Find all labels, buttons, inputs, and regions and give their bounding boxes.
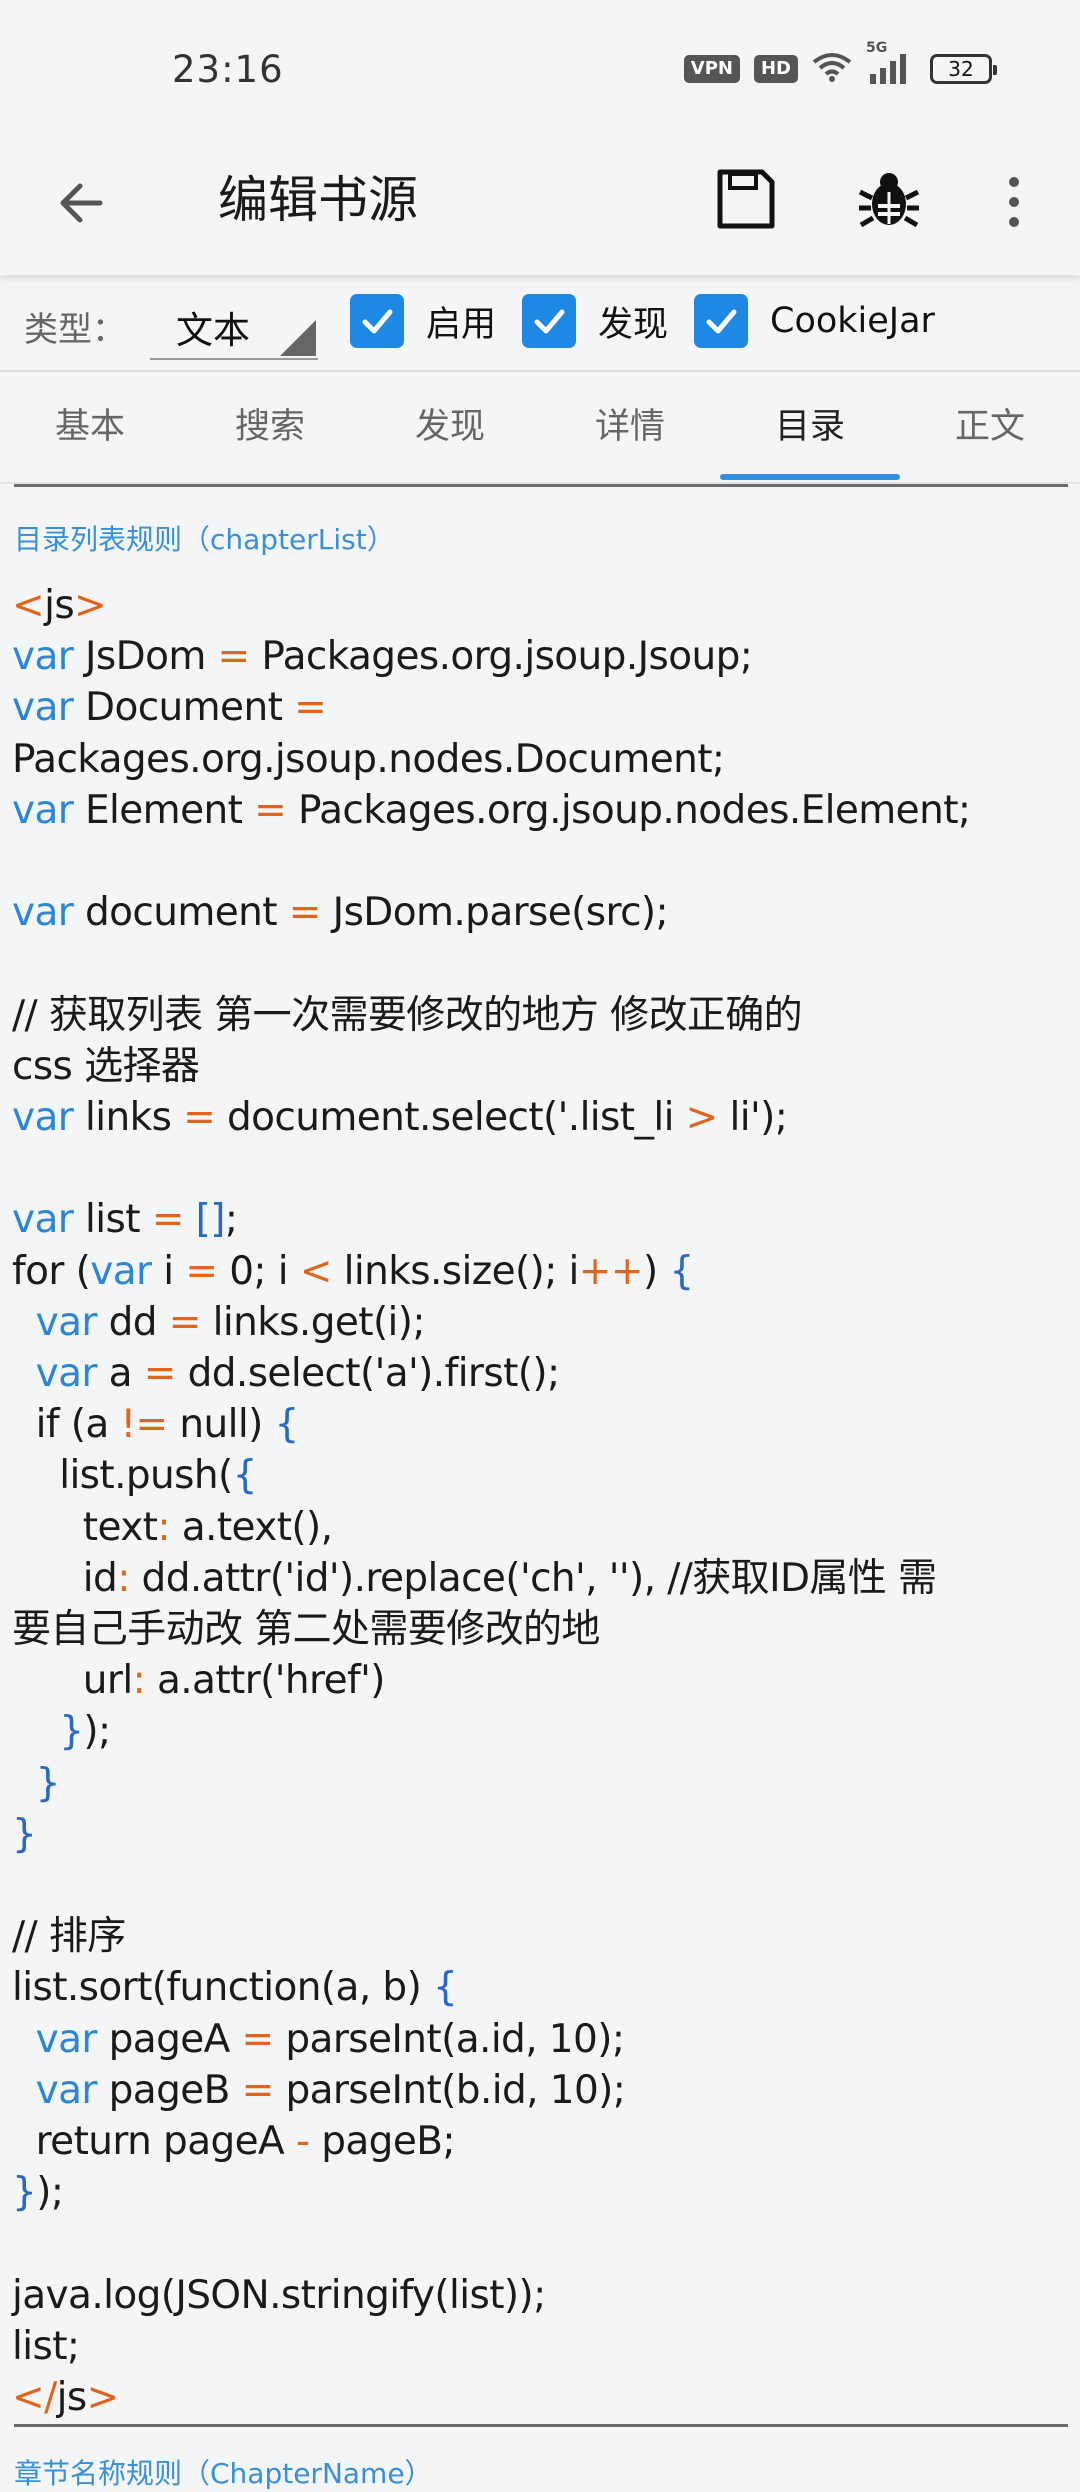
chapter-list-rule-label: 目录列表规则（chapterList） [14, 523, 395, 556]
status-bar: 23:16 VPN HD 5G 32 [0, 0, 1080, 130]
discover-checkbox-label: 发现 [598, 304, 669, 345]
app-toolbar: 编辑书源 [0, 130, 1080, 275]
type-label: 类型： [24, 310, 126, 350]
back-button[interactable] [50, 168, 120, 238]
page-title: 编辑书源 [218, 171, 418, 229]
status-time: 23:16 [172, 48, 284, 91]
battery-icon: 32 [930, 54, 997, 84]
wifi-icon [812, 52, 852, 86]
discover-checkbox[interactable]: 发现 [522, 294, 668, 348]
cookiejar-checkbox-label: CookieJar [770, 301, 935, 341]
hd-icon: HD [753, 55, 798, 83]
status-icons: VPN HD 5G 32 [683, 40, 997, 86]
tab-basic[interactable]: 基本 [0, 372, 180, 482]
tab-discover[interactable]: 发现 [360, 372, 540, 482]
debug-button[interactable] [852, 162, 926, 236]
checkmark-icon [522, 294, 576, 348]
back-arrow-icon [60, 183, 103, 223]
active-tab-indicator [720, 474, 900, 480]
cookiejar-checkbox[interactable]: CookieJar [694, 294, 935, 348]
type-select[interactable]: 文本 [150, 288, 318, 360]
cellular-signal-icon: 5G [866, 40, 916, 86]
chapter-name-rule-label: 章节名称规则（ChapterName） [14, 2457, 433, 2490]
bug-icon [858, 173, 920, 228]
enable-checkbox-label: 启用 [426, 304, 497, 345]
dropdown-triangle-icon [280, 320, 316, 356]
tab-bar: 基本 搜索 发现 详情 目录 正文 [0, 370, 1080, 482]
vpn-icon: VPN [683, 55, 740, 83]
checkmark-icon [350, 294, 404, 348]
tab-search[interactable]: 搜索 [180, 372, 360, 482]
tab-toc[interactable]: 目录 [720, 372, 900, 482]
save-icon [717, 169, 775, 229]
more-options-button[interactable] [994, 162, 1034, 242]
chapter-list-rule-editor[interactable]: <js> var JsDom = Packages.org.jsoup.Jsou… [12, 580, 1072, 2423]
enable-checkbox[interactable]: 启用 [350, 294, 496, 348]
tab-content[interactable]: 正文 [900, 372, 1080, 482]
field-divider [14, 484, 1068, 487]
tab-detail[interactable]: 详情 [540, 372, 720, 482]
network-type-label: 5G [866, 40, 888, 56]
checkmark-icon [694, 294, 748, 348]
save-button[interactable] [708, 162, 782, 236]
source-options-row: 类型： 文本 启用 发现 CookieJar [0, 280, 1080, 370]
more-vert-icon [1009, 177, 1019, 227]
type-select-value: 文本 [176, 309, 250, 352]
field-underline [14, 2424, 1068, 2427]
